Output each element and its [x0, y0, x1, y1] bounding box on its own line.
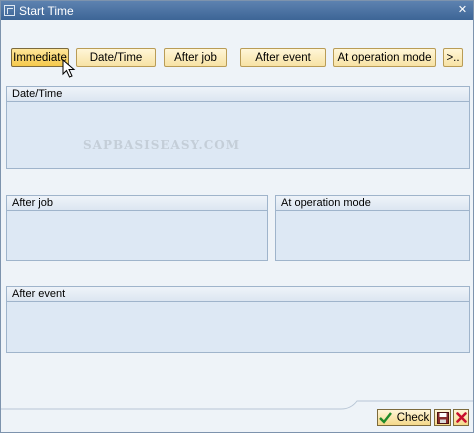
watermark: SAPBASISEASY.COM [83, 138, 241, 152]
date-time-button[interactable]: Date/Time [76, 48, 156, 67]
at-operation-mode-group-label: At operation mode [276, 196, 469, 211]
at-operation-mode-group: At operation mode [275, 195, 470, 261]
save-icon [436, 411, 449, 424]
check-button[interactable]: Check [377, 409, 431, 426]
window-icon [4, 5, 15, 16]
cancel-icon [455, 412, 467, 423]
date-time-group: Date/Time [6, 86, 470, 169]
after-job-group-label: After job [7, 196, 267, 211]
check-button-label: Check [396, 411, 430, 424]
close-icon[interactable]: ✕ [456, 4, 469, 17]
more-options-button[interactable]: >.. [443, 48, 463, 67]
after-event-group: After event [6, 286, 470, 353]
after-event-button[interactable]: After event [240, 48, 326, 67]
at-operation-mode-button[interactable]: At operation mode [333, 48, 436, 67]
after-job-group: After job [6, 195, 268, 261]
date-time-group-label: Date/Time [7, 87, 469, 102]
mouse-cursor-icon [62, 59, 76, 78]
title-bar: Start Time ✕ [1, 1, 473, 20]
cancel-button[interactable] [453, 409, 469, 426]
start-time-dialog: Start Time ✕ Immediate Date/Time After j… [0, 0, 474, 433]
window-title: Start Time [19, 3, 74, 18]
immediate-button[interactable]: Immediate [11, 48, 69, 67]
save-button[interactable] [434, 409, 451, 426]
checkmark-icon [378, 411, 392, 424]
after-job-button[interactable]: After job [164, 48, 227, 67]
after-event-group-label: After event [7, 287, 469, 302]
